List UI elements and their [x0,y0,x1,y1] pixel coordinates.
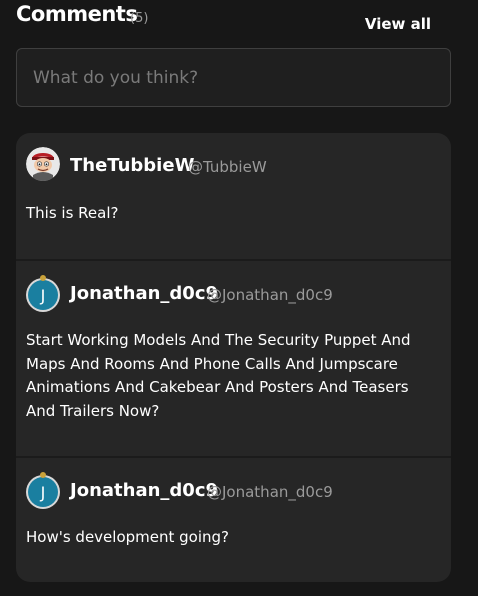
comments-header: Comments (5) View all [16,2,448,36]
comment-author[interactable]: TheTubbieW [70,155,194,176]
comment-input[interactable] [16,48,451,107]
avatar-letter: J [40,285,46,305]
user-avatar-icon[interactable] [26,147,60,181]
user-avatar-icon[interactable]: J [28,472,58,507]
comment-author[interactable]: Jonathan_d0c9 [70,480,218,501]
avatar-letter: J [40,482,46,502]
comment-item: TheTubbieW @TubbieW This is Real? [16,133,451,259]
comment-item: J Jonathan_d0c9 @Jonathan_d0c9 Start Wor… [16,261,451,456]
comments-section: Comments (5) View all TheTubbieW @Tubbie… [0,0,478,596]
comment-text: This is Real? [26,204,119,222]
comment-list: TheTubbieW @TubbieW This is Real? J Jona… [16,133,451,582]
comment-handle[interactable]: @TubbieW [188,158,267,176]
comments-title: Comments [16,2,138,26]
view-all-button[interactable]: View all [365,15,431,33]
comment-author[interactable]: Jonathan_d0c9 [70,283,218,304]
comment-handle[interactable]: @Jonathan_d0c9 [207,483,333,501]
comment-text: How's development going? [26,528,230,546]
user-avatar-icon[interactable]: J [28,275,58,310]
comment-handle[interactable]: @Jonathan_d0c9 [207,286,333,304]
comments-count: (5) [130,11,149,26]
comment-item: J Jonathan_d0c9 @Jonathan_d0c9 How's dev… [16,458,451,582]
comment-text: Start Working Models And The Security Pu… [26,331,411,420]
